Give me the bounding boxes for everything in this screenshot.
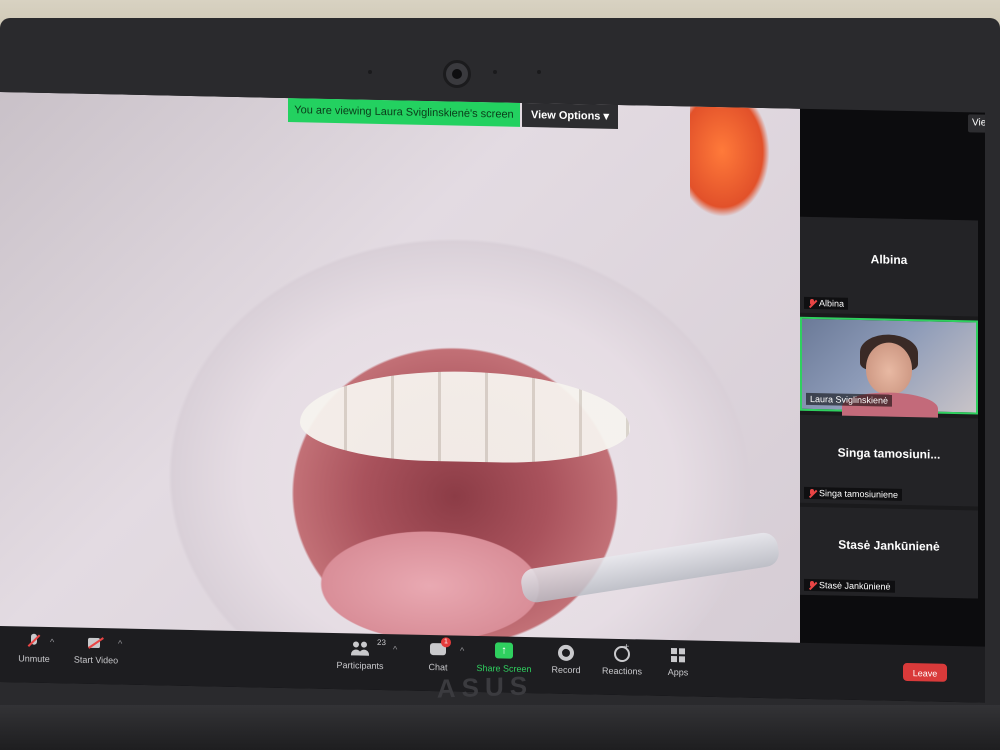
participant-name-text: Stasė Jankūnienė <box>819 580 891 592</box>
participants-count: 23 <box>377 637 386 648</box>
chat-icon: 1 <box>429 637 451 659</box>
apps-label: Apps <box>667 666 689 678</box>
video-off-icon <box>87 634 105 652</box>
participant-name-text: Albina <box>819 298 845 309</box>
chevron-up-icon[interactable]: ^ <box>118 638 122 648</box>
share-screen-icon <box>495 642 513 660</box>
webcam-icon <box>443 60 471 88</box>
participant-display-name: Albina <box>870 252 908 268</box>
participant-video-face <box>866 342 912 396</box>
indicator-dot <box>368 70 372 74</box>
dental-instrument-image <box>519 530 781 605</box>
chevron-up-icon[interactable]: ^ <box>393 644 397 654</box>
view-options-button[interactable]: View Options ▾ <box>522 102 618 129</box>
orange-object-image <box>690 106 770 219</box>
upper-teeth-image <box>300 368 630 466</box>
participant-tile-laura[interactable]: Laura Sviglinskienė <box>800 316 978 424</box>
chevron-up-icon[interactable]: ^ <box>50 637 54 647</box>
record-label: Record <box>551 664 581 676</box>
participant-display-name: Singa tamosiuni... <box>837 445 941 462</box>
participant-tile-albina[interactable]: Albina Albina <box>800 216 978 317</box>
viewing-screen-banner: You are viewing Laura Sviglinskienė's sc… <box>288 98 520 127</box>
laptop-brand-logo: ASUS <box>436 670 534 704</box>
participants-icon: 23 <box>351 638 386 657</box>
participant-name-label: Albina <box>804 296 849 310</box>
chat-label: Chat <box>428 661 448 673</box>
start-video-label: Start Video <box>73 654 119 666</box>
participant-tile-stase[interactable]: Stasė Jankūnienė Stasė Jankūnienė <box>800 506 978 599</box>
unmute-label: Unmute <box>18 653 50 665</box>
unmute-button[interactable]: Unmute <box>2 632 66 664</box>
microphone-muted-icon <box>25 633 43 651</box>
chat-unread-badge: 1 <box>441 637 451 648</box>
participants-button[interactable]: 23 Participants <box>328 638 392 672</box>
participant-gallery: Albina Albina Laura Sviglinskienė Singa … <box>800 216 978 599</box>
participant-name-label: Singa tamosiuniene <box>804 486 903 501</box>
participant-display-name: Stasė Jankūnienė <box>838 537 940 554</box>
apps-button[interactable]: Apps <box>646 646 710 678</box>
view-label: View <box>972 117 985 129</box>
participants-label: Participants <box>336 660 384 672</box>
mic-muted-icon <box>808 298 816 307</box>
mic-muted-icon <box>808 488 816 497</box>
mic-muted-icon <box>808 580 816 589</box>
reactions-icon <box>613 645 631 663</box>
laptop-base <box>0 705 1000 750</box>
reactions-button[interactable]: Reactions <box>590 644 654 677</box>
view-button[interactable]: View <box>968 114 985 134</box>
chevron-up-icon[interactable]: ^ <box>460 646 464 656</box>
reactions-label: Reactions <box>601 665 643 677</box>
share-screen-button[interactable]: Share Screen <box>472 642 536 674</box>
leave-button[interactable]: Leave <box>903 662 947 682</box>
shared-screen-view <box>0 92 800 685</box>
indicator-dot <box>537 70 541 74</box>
record-button[interactable]: Record <box>534 643 598 676</box>
laptop-screen: You are viewing Laura Sviglinskienė's sc… <box>0 92 985 703</box>
participant-name-label: Stasė Jankūnienė <box>804 578 895 593</box>
record-icon <box>557 644 575 662</box>
participant-name-label: Laura Sviglinskienė <box>806 392 893 407</box>
apps-icon <box>669 646 687 664</box>
participant-name-text: Laura Sviglinskienė <box>810 393 889 406</box>
participant-tile-singa[interactable]: Singa tamosiuni... Singa tamosiuniene <box>800 414 978 507</box>
indicator-dot <box>493 70 497 74</box>
participant-name-text: Singa tamosiuniene <box>819 488 899 500</box>
chevron-down-icon: ▾ <box>603 110 610 123</box>
view-options-label: View Options <box>530 109 601 123</box>
